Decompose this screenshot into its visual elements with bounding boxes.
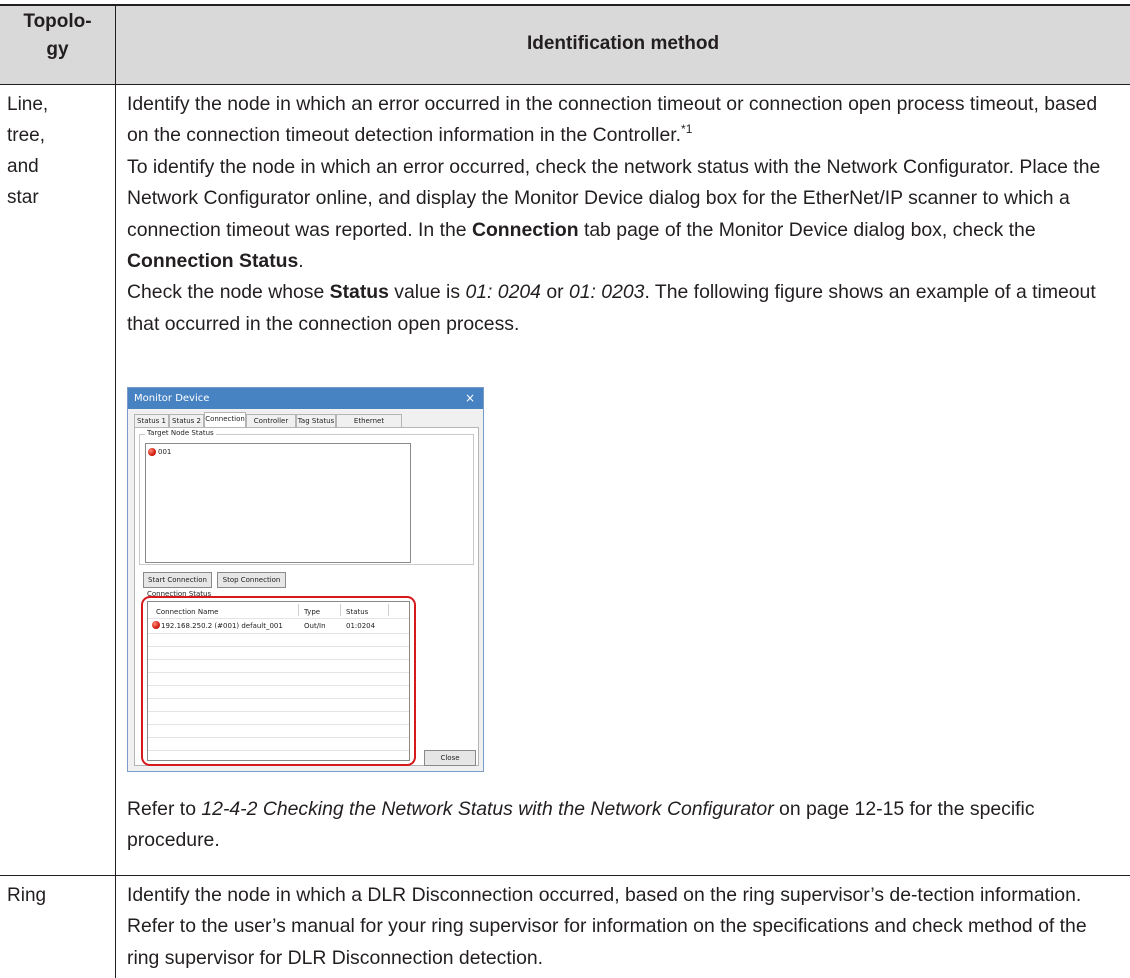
tab-connection[interactable]: Connection <box>204 412 246 428</box>
row-divider <box>0 875 1130 876</box>
status-paragraph: Check the node whose Status value is 01:… <box>127 281 1096 335</box>
intro-paragraph: Identify the node in which an error occu… <box>127 93 1098 147</box>
close-icon[interactable]: × <box>465 388 475 409</box>
tab-status-1[interactable]: Status 1 <box>134 414 169 428</box>
check-paragraph: To identify the node in which an error o… <box>127 155 1101 273</box>
tab-controller-log[interactable]: Controller Log <box>246 414 296 437</box>
column-divider <box>115 4 116 978</box>
tab-tag-status[interactable]: Tag Status <box>296 414 336 428</box>
node-error-icon <box>148 448 156 456</box>
target-node-label: 001 <box>158 448 172 456</box>
footnote-ref: *1 <box>681 122 693 137</box>
topology-cell: Line, tree, and star <box>7 94 49 208</box>
table-top-rule <box>0 4 1130 6</box>
identification-table: Topolo- gy Identification method Line, t… <box>0 0 1130 978</box>
header-bottom-rule <box>0 84 1130 85</box>
ring-method-text: Identify the node in which a DLR Disconn… <box>127 884 1087 969</box>
refer-section-title: 12-4-2 Checking the Network Status with … <box>201 798 774 820</box>
connection-tab-panel: Target Node Status 001 Start Connection … <box>134 427 479 766</box>
monitor-device-dialog-figure: Monitor Device × Status 1 Status 2 Conne… <box>127 387 484 772</box>
stop-connection-button[interactable]: Stop Connection <box>217 572 286 588</box>
dialog-title-bar: Monitor Device × <box>128 388 483 409</box>
connection-status-highlight <box>141 596 416 766</box>
target-node-status-label: Target Node Status <box>145 429 216 437</box>
target-node-list: 001 <box>145 443 411 563</box>
dialog-close-button[interactable]: Close <box>424 750 476 766</box>
method-text-block: Identify the node in which an error occu… <box>127 89 1117 340</box>
tab-ethernet-information[interactable]: Ethernet Information <box>336 414 402 437</box>
start-connection-button[interactable]: Start Connection <box>143 572 212 588</box>
header-identification-method: Identification method <box>526 33 720 54</box>
tab-status-2[interactable]: Status 2 <box>169 414 204 428</box>
dialog-title: Monitor Device <box>134 393 210 404</box>
refer-paragraph: Refer to 12-4-2 Checking the Network Sta… <box>127 798 1035 852</box>
topology-cell-ring: Ring <box>7 885 47 906</box>
header-topology: Topolo- gy <box>23 11 92 60</box>
